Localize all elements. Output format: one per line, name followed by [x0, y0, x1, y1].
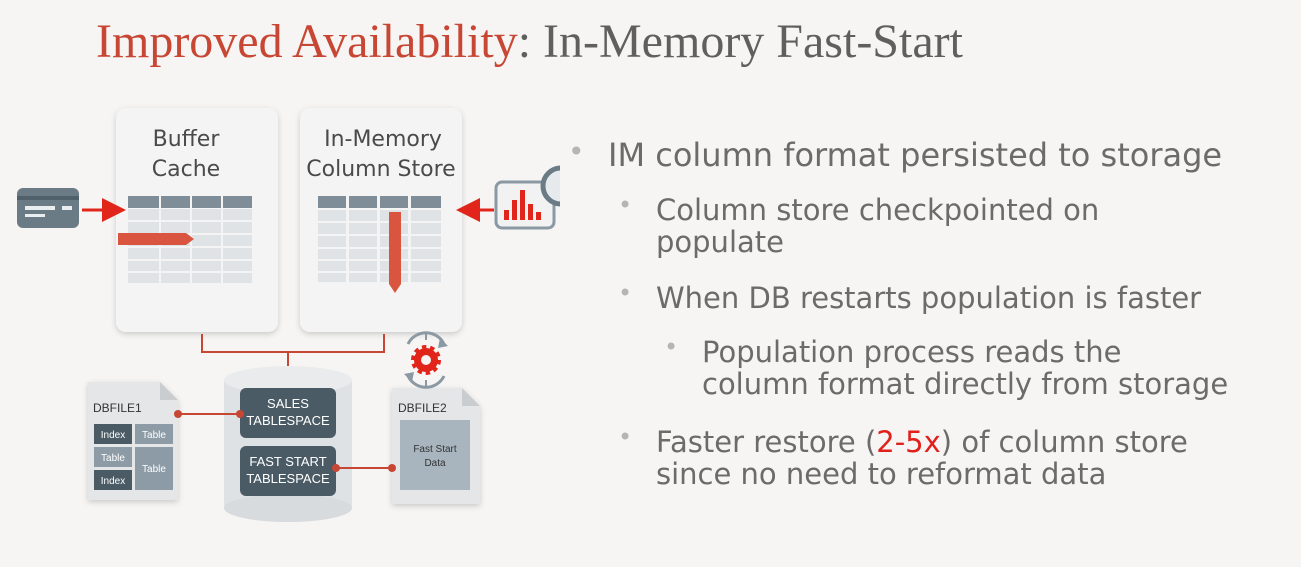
- bullet-4: • Population process reads the column for…: [664, 333, 1229, 402]
- bullet-3-text: When DB restarts population is faster: [656, 281, 1202, 315]
- column-store-panel: In-Memory Column Store: [300, 108, 462, 332]
- dbfile1-label: DBFILE1: [93, 401, 142, 415]
- column-arrow: [389, 212, 401, 293]
- dbfile1-table-2: Table: [142, 464, 166, 475]
- row-arrow: [118, 233, 194, 245]
- bullet-2: • Column store checkpointed on populate: [618, 191, 1100, 260]
- bullet-2-text-line-1: Column store checkpointed on: [656, 193, 1100, 227]
- bullet-5-highlight: 2-5x: [876, 425, 941, 459]
- bullet-4-text-line-1: Population process reads the: [702, 335, 1122, 369]
- dbfile1-table-mid: Table: [101, 453, 125, 464]
- gear-sync-icon: [404, 331, 448, 389]
- column-store-label-1: In-Memory: [324, 127, 442, 152]
- bullet-5-text-pre: Faster restore (: [656, 425, 877, 459]
- dbfile2-label: DBFILE2: [398, 401, 447, 415]
- buffer-cache-label-1: Buffer: [153, 127, 221, 152]
- bullet-1: • IM column format persisted to storage: [568, 135, 1223, 174]
- cache-connector: [201, 334, 385, 370]
- sales-tablespace-line-2: TABLESPACE: [246, 413, 330, 428]
- sales-tablespace: SALES TABLESPACE: [240, 388, 336, 438]
- bullet-5-text-line-2: since no need to reformat data: [656, 457, 1107, 492]
- dbfile2-data-line-1: Fast Start: [413, 444, 457, 455]
- buffer-cache-panel: Buffer Cache: [116, 108, 278, 332]
- bullet-2-text-line-2: populate: [656, 225, 784, 260]
- title-rest: : In-Memory Fast-Start: [517, 15, 963, 68]
- fast-start-tablespace-line-2: TABLESPACE: [246, 471, 330, 486]
- dbfile1-index-2: Index: [101, 476, 125, 487]
- dbfile2-data-line-2: Data: [424, 458, 446, 469]
- bullet-5: • Faster restore (2-5x) of column store s…: [618, 423, 1188, 492]
- analytics-magnifier-icon: [494, 165, 560, 230]
- buffer-cache-label-2: Cache: [152, 157, 220, 182]
- dbfile1: DBFILE1 Index Table Index Table Table: [88, 382, 178, 500]
- dbfile2: DBFILE2 Fast Start Data: [392, 388, 480, 504]
- in-memory-fast-start-diagram: Buffer Cache In-Memory Column Store SALE…: [17, 108, 560, 522]
- dbfile1-index-1: Index: [101, 430, 125, 441]
- bullet-5-text-post: ) of column store: [940, 425, 1188, 459]
- sales-tablespace-line-1: SALES: [267, 396, 309, 411]
- fast-start-tablespace-line-1: FAST START: [249, 454, 326, 469]
- bullet-3: • When DB restarts population is faster: [618, 279, 1202, 315]
- column-store-label-2: Column Store: [306, 157, 455, 182]
- bullet-1-text: IM column format persisted to storage: [608, 136, 1223, 174]
- dbfile1-table-1: Table: [142, 430, 166, 441]
- fast-start-tablespace: FAST START TABLESPACE: [240, 446, 336, 496]
- credit-card-icon: [17, 188, 79, 228]
- bullet-4-text-line-2: column format directly from storage: [702, 367, 1229, 402]
